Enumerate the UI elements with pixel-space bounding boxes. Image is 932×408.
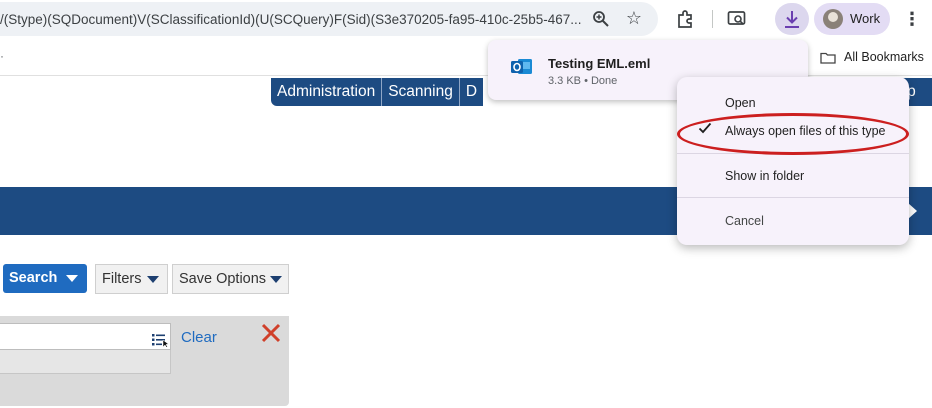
downloads-button[interactable] — [775, 3, 809, 35]
bookmark-edge: · — [0, 49, 4, 63]
download-filename[interactable]: Testing EML.eml — [548, 56, 650, 71]
menu-divider — [677, 197, 909, 198]
folder-icon — [820, 51, 836, 64]
download-icon — [782, 8, 802, 30]
download-status: 3.3 KB • Done — [548, 75, 618, 87]
url-text[interactable]: /(Stype)(SQDocument)V(SClassificationId)… — [0, 12, 581, 27]
list-icon[interactable] — [152, 333, 170, 348]
query-sub-field[interactable] — [0, 350, 171, 374]
profile-button[interactable]: Work — [814, 3, 890, 35]
toolbar-separator — [712, 10, 713, 28]
menu-item-cancel[interactable]: Cancel — [725, 214, 764, 228]
chevron-down-icon — [270, 276, 282, 283]
query-panel: Clear — [0, 316, 289, 406]
app-nav: Administration Scanning D — [271, 78, 484, 106]
clear-link[interactable]: Clear — [181, 329, 217, 346]
cast-icon[interactable] — [725, 7, 749, 31]
extensions-icon[interactable] — [673, 7, 697, 31]
menu-divider — [677, 153, 909, 154]
all-bookmarks-link[interactable]: All Bookmarks — [844, 50, 924, 64]
browser-toolbar: /(Stype)(SQDocument)V(SClassificationId)… — [0, 0, 932, 38]
check-icon — [698, 121, 712, 134]
zoom-icon[interactable] — [590, 8, 612, 30]
menu-item-open[interactable]: Open — [725, 96, 756, 110]
filters-button-label: Filters — [102, 271, 142, 287]
avatar — [823, 9, 843, 29]
save-options-button[interactable]: Save Options — [172, 264, 289, 294]
nav-tab-administration[interactable]: Administration — [271, 78, 383, 106]
screen: /(Stype)(SQDocument)V(SClassificationId)… — [0, 0, 932, 408]
bookmark-star-icon[interactable]: ☆ — [623, 7, 645, 29]
search-button-label: Search — [9, 270, 58, 286]
address-bar[interactable]: /(Stype)(SQDocument)V(SClassificationId)… — [0, 2, 658, 36]
outlook-icon — [511, 57, 533, 77]
menu-item-show-in-folder[interactable]: Show in folder — [725, 169, 804, 183]
download-context-menu: Open Always open files of this type Show… — [677, 77, 909, 245]
nav-tab-scanning[interactable]: Scanning — [382, 78, 460, 106]
filters-button[interactable]: Filters — [95, 264, 168, 294]
menu-item-always-open[interactable]: Always open files of this type — [725, 124, 886, 138]
expand-arrow-icon[interactable] — [908, 203, 917, 219]
menu-icon[interactable]: ⋮ — [903, 8, 921, 30]
nav-tab-partial[interactable]: D — [460, 78, 483, 106]
save-options-label: Save Options — [179, 271, 267, 287]
chevron-down-icon — [147, 276, 159, 283]
query-input[interactable] — [0, 323, 171, 350]
chevron-down-icon — [66, 275, 78, 282]
close-icon[interactable] — [260, 322, 282, 344]
profile-label: Work — [850, 11, 881, 26]
search-button[interactable]: Search — [3, 264, 87, 293]
